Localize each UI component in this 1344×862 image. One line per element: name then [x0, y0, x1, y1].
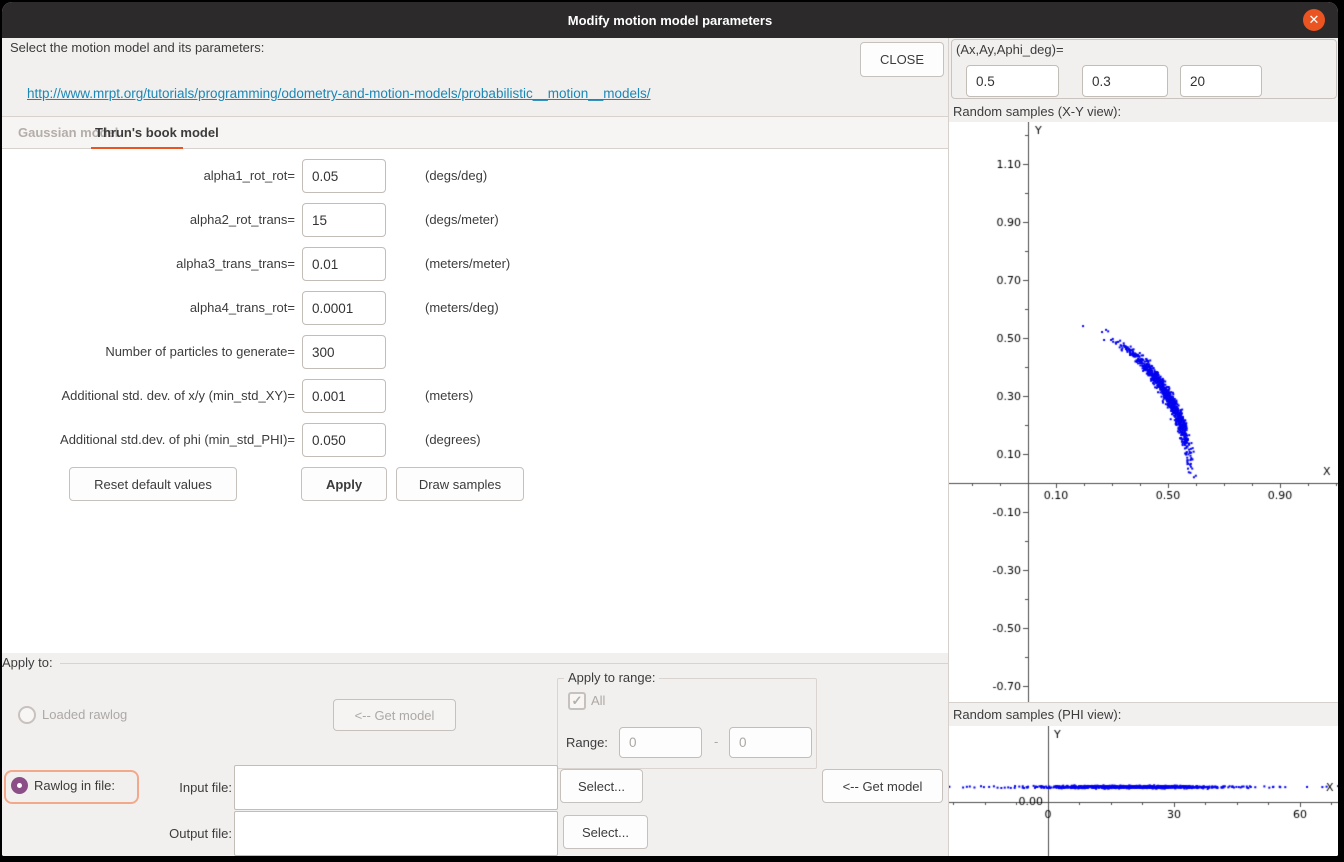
input-file-field[interactable] [234, 765, 558, 810]
apply-to-groupline [60, 663, 948, 664]
particles-input[interactable] [302, 335, 386, 369]
xy-view-title: Random samples (X-Y view): [953, 104, 1121, 119]
particles-label: Number of particles to generate= [2, 335, 295, 369]
all-checkbox[interactable]: ✓ [568, 692, 586, 710]
thrun-model-form: alpha1_rot_rot= (degs/deg) alpha2_rot_tr… [2, 149, 948, 653]
rawlog-in-file-radio[interactable] [11, 777, 28, 794]
alpha2-label: alpha2_rot_trans= [2, 203, 295, 237]
min-std-xy-input[interactable] [302, 379, 386, 413]
aphi-input[interactable] [1180, 65, 1262, 97]
apply-to-section: Apply to: Loaded rawlog <-- Get model Ap… [2, 653, 948, 856]
tab-bar: Gaussian model Thrun's book model [2, 116, 948, 149]
close-icon: ✕ [1309, 12, 1320, 27]
select-input-file-button[interactable]: Select... [560, 769, 643, 803]
alpha3-units: (meters/meter) [425, 247, 510, 281]
apply-to-range-group: Apply to range: ✓ All Range: - [557, 678, 817, 769]
alpha4-label: alpha4_trans_rot= [2, 291, 295, 325]
get-model-bottom-button[interactable]: <-- Get model [822, 769, 943, 803]
output-file-label: Output file: [132, 826, 232, 841]
phi-title-strip: Random samples (PHI view): [949, 702, 1338, 726]
loaded-rawlog-radio[interactable] [18, 706, 36, 724]
apply-button[interactable]: Apply [301, 467, 387, 501]
alpha1-label: alpha1_rot_rot= [2, 159, 295, 193]
reset-default-values-button[interactable]: Reset default values [69, 467, 237, 501]
alpha4-input[interactable] [302, 291, 386, 325]
get-model-top-button[interactable]: <-- Get model [333, 699, 456, 731]
range-to-input[interactable] [729, 727, 812, 758]
pose-increment-box: (Ax,Ay,Aphi_deg)= [951, 39, 1337, 99]
title-bar[interactable]: Modify motion model parameters ✕ [2, 2, 1338, 38]
min-std-phi-input[interactable] [302, 423, 386, 457]
rawlog-in-file-label: Rawlog in file: [34, 778, 115, 793]
range-from-input[interactable] [619, 727, 702, 758]
alpha1-units: (degs/deg) [425, 159, 487, 193]
min-std-phi-label: Additional std.dev. of phi (min_std_PHI)… [2, 423, 295, 457]
alpha4-units: (meters/deg) [425, 291, 499, 325]
dialog-window: Modify motion model parameters ✕ Select … [2, 2, 1338, 856]
radio-dot [17, 783, 22, 788]
tutorial-link[interactable]: http://www.mrpt.org/tutorials/programmin… [27, 86, 651, 101]
xy-plot-canvas[interactable] [949, 122, 1338, 702]
range-dash: - [714, 734, 718, 749]
close-dialog-button[interactable]: CLOSE [860, 42, 944, 77]
window-title: Modify motion model parameters [568, 13, 772, 28]
ay-input[interactable] [1082, 65, 1168, 97]
apply-to-range-legend: Apply to range: [564, 670, 659, 685]
alpha2-units: (degs/meter) [425, 203, 499, 237]
window-close-button[interactable]: ✕ [1303, 9, 1325, 31]
phi-view-title: Random samples (PHI view): [953, 707, 1121, 722]
samples-panel: (Ax,Ay,Aphi_deg)= Random samples (X-Y vi… [948, 38, 1338, 856]
output-file-field[interactable] [234, 811, 558, 856]
phi-plot-canvas[interactable] [949, 726, 1338, 856]
input-file-label: Input file: [132, 780, 232, 795]
alpha2-input[interactable] [302, 203, 386, 237]
range-label: Range: [566, 735, 608, 750]
screenshot-root: Modify motion model parameters ✕ Select … [0, 0, 1344, 862]
min-std-xy-label: Additional std. dev. of x/y (min_std_XY)… [2, 379, 295, 413]
pose-label: (Ax,Ay,Aphi_deg)= [956, 42, 1064, 57]
min-std-phi-units: (degrees) [425, 423, 481, 457]
alpha1-input[interactable] [302, 159, 386, 193]
alpha3-label: alpha3_trans_trans= [2, 247, 295, 281]
alpha3-input[interactable] [302, 247, 386, 281]
tab-thrun-book-model[interactable]: Thrun's book model [95, 117, 219, 150]
all-checkbox-label: All [591, 693, 605, 708]
ax-input[interactable] [966, 65, 1059, 97]
check-icon: ✓ [572, 693, 583, 708]
intro-label: Select the motion model and its paramete… [10, 40, 264, 55]
draw-samples-button[interactable]: Draw samples [396, 467, 524, 501]
select-output-file-button[interactable]: Select... [563, 815, 648, 849]
apply-to-legend: Apply to: [2, 655, 53, 670]
dialog-body: Select the motion model and its paramete… [2, 38, 1338, 856]
loaded-rawlog-label: Loaded rawlog [42, 707, 127, 722]
min-std-xy-units: (meters) [425, 379, 473, 413]
